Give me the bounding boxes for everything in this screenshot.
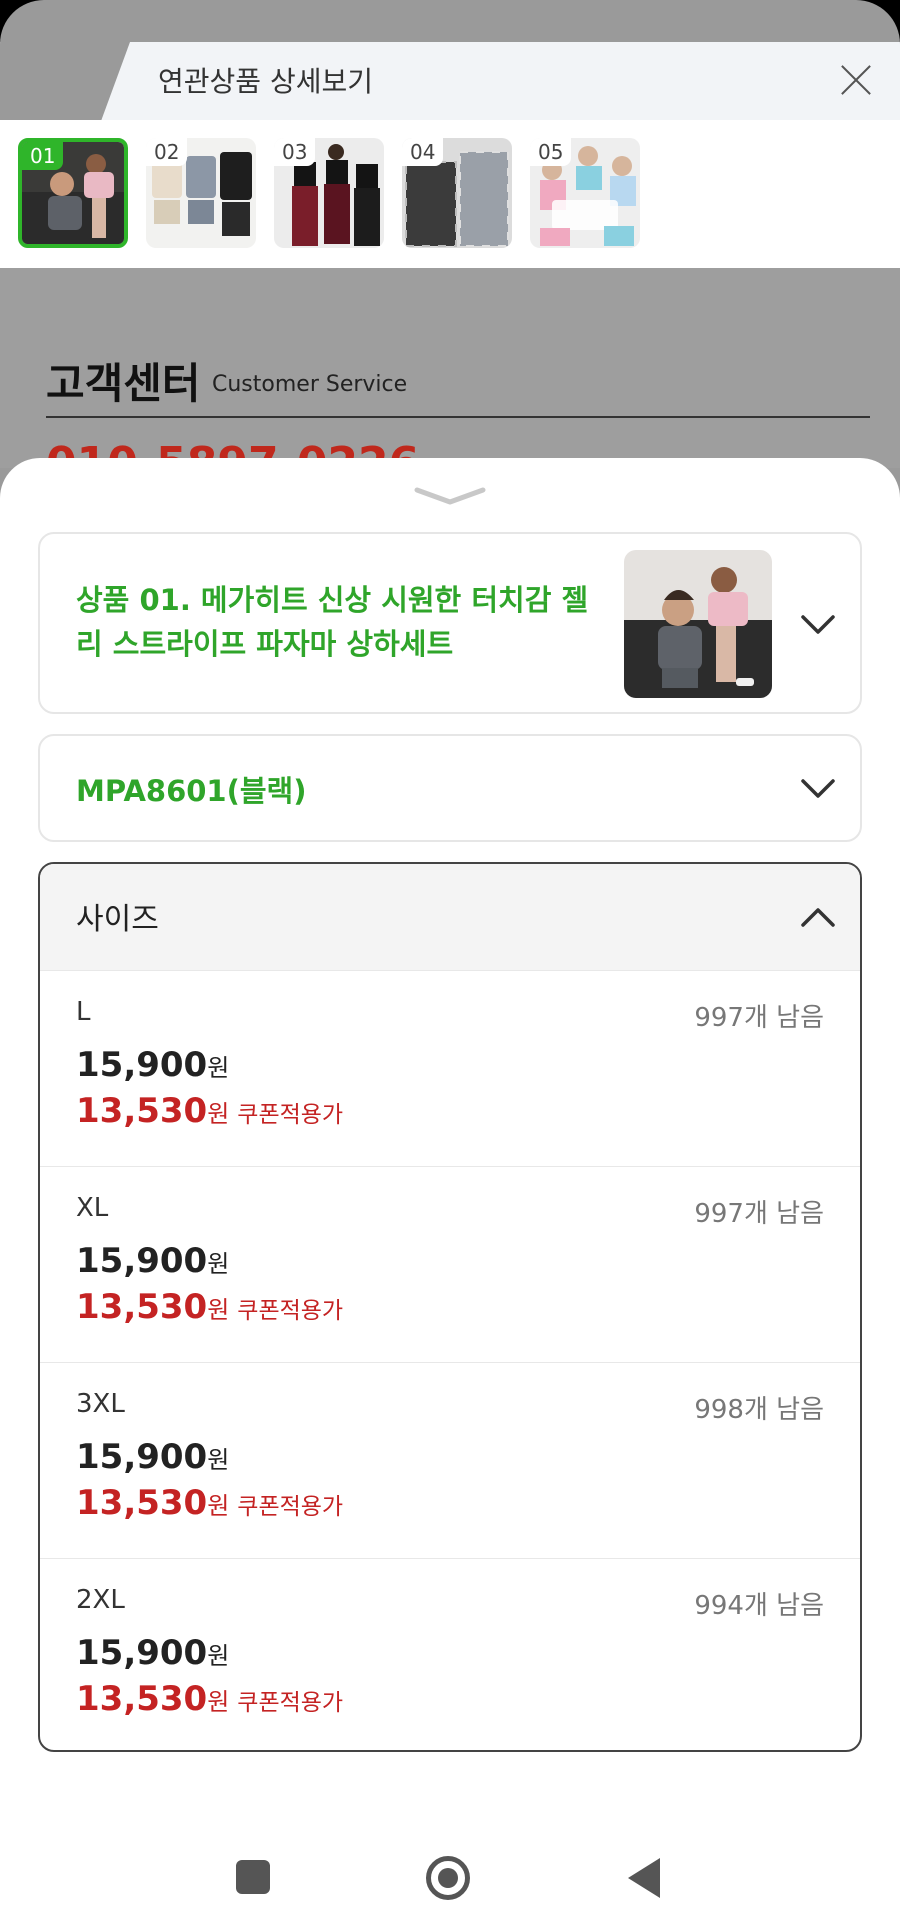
header-tab-shape: [0, 42, 130, 120]
coupon-price: 13,530원 쿠폰적용가: [76, 1483, 343, 1523]
coupon-price: 13,530원 쿠폰적용가: [76, 1287, 343, 1327]
coupon-price-value: 13,530: [76, 1091, 208, 1131]
thumb-01[interactable]: 01: [18, 138, 128, 248]
customer-service-subtitle: Customer Service: [212, 372, 408, 397]
related-products-title: 연관상품 상세보기: [158, 65, 373, 98]
coupon-price-value: 13,530: [76, 1483, 208, 1523]
regular-price: 15,900원: [76, 1241, 229, 1281]
price-value: 15,900: [76, 1241, 208, 1281]
coupon-tag: 쿠폰적용가: [237, 1690, 344, 1716]
size-name: 3XL: [76, 1389, 125, 1419]
chevron-down-icon: [801, 615, 835, 634]
thumb-number: 01: [22, 142, 64, 170]
price-unit: 원: [207, 1250, 230, 1278]
size-label: 사이즈: [76, 902, 159, 937]
regular-price: 15,900원: [76, 1633, 229, 1673]
coupon-tag: 쿠폰적용가: [237, 1298, 344, 1324]
related-products-header: 연관상품 상세보기: [0, 42, 900, 120]
related-thumbnails: 01 02 03 04 05: [0, 120, 900, 268]
coupon-price: 13,530원 쿠폰적용가: [76, 1679, 343, 1719]
size-option-row[interactable]: 2XL 994개 남음 15,900원 13,530원 쿠폰적용가: [40, 1558, 860, 1750]
coupon-price-unit: 원: [207, 1688, 230, 1716]
thumb-number: 04: [402, 138, 444, 166]
price-unit: 원: [207, 1642, 230, 1670]
size-select-header[interactable]: 사이즈: [40, 864, 860, 970]
price-unit: 원: [207, 1054, 230, 1082]
size-name: 2XL: [76, 1585, 125, 1615]
size-option-row[interactable]: XL 997개 남음 15,900원 13,530원 쿠폰적용가: [40, 1166, 860, 1362]
color-option-select[interactable]: MPA8601(블랙): [38, 734, 862, 842]
product-name: 상품 01. 메가히트 신상 시원한 터치감 젤리 스트라이프 파자마 상하세트: [76, 583, 589, 661]
size-name: L: [76, 997, 91, 1027]
back-icon[interactable]: [628, 1858, 660, 1898]
size-select: 사이즈 L 997개 남음 15,900원 13,530원 쿠폰적용가 XL 99…: [38, 862, 862, 1752]
recent-apps-icon[interactable]: [236, 1860, 270, 1894]
coupon-tag: 쿠폰적용가: [237, 1494, 344, 1520]
coupon-price-value: 13,530: [76, 1287, 208, 1327]
price-value: 15,900: [76, 1437, 208, 1477]
stock-remaining: 998개 남음: [694, 1395, 824, 1425]
close-icon[interactable]: [834, 58, 878, 102]
selected-option: MPA8601(블랙): [76, 774, 307, 808]
background-page: 고객센터 Customer Service 010-5897-0226: [0, 268, 900, 489]
coupon-price-unit: 원: [207, 1100, 230, 1128]
size-option-row[interactable]: 3XL 998개 남음 15,900원 13,530원 쿠폰적용가: [40, 1362, 860, 1558]
chevron-down-icon: [801, 779, 835, 798]
thumb-03[interactable]: 03: [274, 138, 384, 248]
coupon-price-unit: 원: [207, 1492, 230, 1520]
sheet-handle-chevron-down-icon[interactable]: [413, 486, 487, 506]
thumb-02[interactable]: 02: [146, 138, 256, 248]
thumb-number: 03: [274, 138, 316, 166]
option-bottom-sheet: 상품 01. 메가히트 신상 시원한 터치감 젤리 스트라이프 파자마 상하세트: [0, 458, 900, 1930]
stock-remaining: 997개 남음: [694, 1199, 824, 1229]
thumb-04[interactable]: 04: [402, 138, 512, 248]
thumb-number: 02: [146, 138, 188, 166]
thumb-05[interactable]: 05: [530, 138, 640, 248]
product-image: [624, 550, 772, 698]
product-select[interactable]: 상품 01. 메가히트 신상 시원한 터치감 젤리 스트라이프 파자마 상하세트: [38, 532, 862, 714]
regular-price: 15,900원: [76, 1437, 229, 1477]
size-name: XL: [76, 1193, 109, 1223]
price-value: 15,900: [76, 1045, 208, 1085]
system-navigation-bar: [0, 1800, 900, 1930]
price-value: 15,900: [76, 1633, 208, 1673]
price-unit: 원: [207, 1446, 230, 1474]
stock-remaining: 994개 남음: [694, 1591, 824, 1621]
regular-price: 15,900원: [76, 1045, 229, 1085]
coupon-tag: 쿠폰적용가: [237, 1102, 344, 1128]
home-icon[interactable]: [426, 1856, 470, 1900]
coupon-price-unit: 원: [207, 1296, 230, 1324]
coupon-price-value: 13,530: [76, 1679, 208, 1719]
divider: [46, 416, 870, 418]
stock-remaining: 997개 남음: [694, 1003, 824, 1033]
customer-service-title: 고객센터: [46, 359, 201, 408]
coupon-price: 13,530원 쿠폰적용가: [76, 1091, 343, 1131]
phone-screen: 연관상품 상세보기 01 02 03 04 05 고객센터 Customer S…: [0, 0, 900, 1930]
chevron-up-icon: [801, 908, 835, 927]
thumb-number: 05: [530, 138, 572, 166]
size-option-row[interactable]: L 997개 남음 15,900원 13,530원 쿠폰적용가: [40, 970, 860, 1166]
